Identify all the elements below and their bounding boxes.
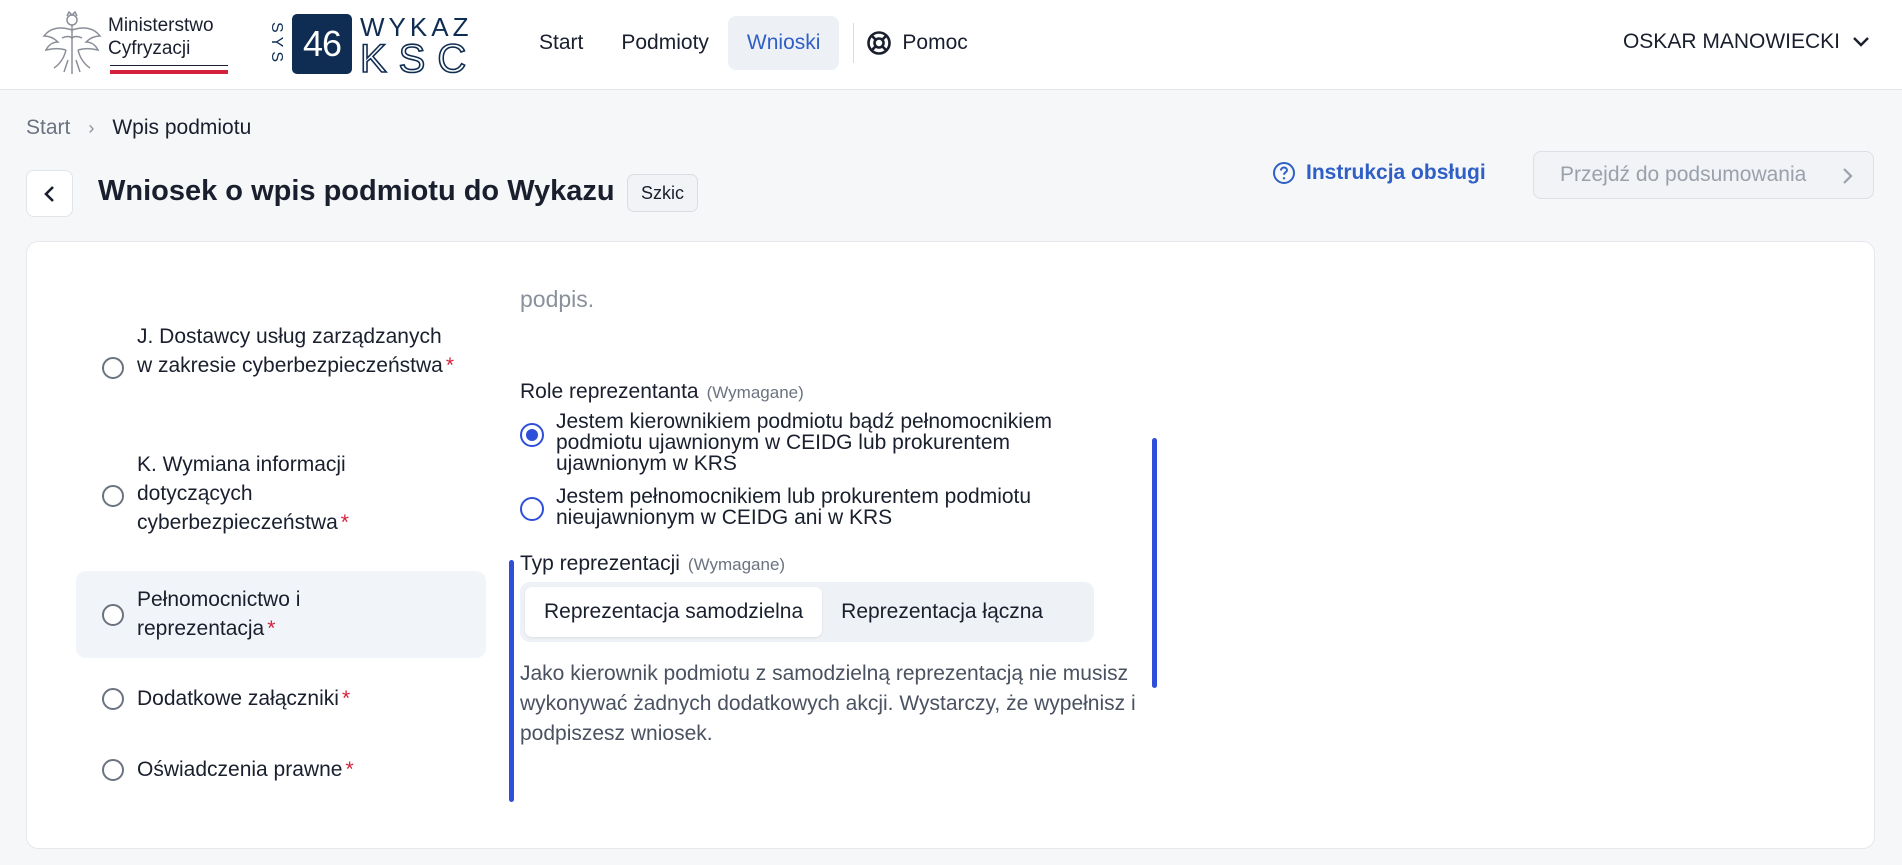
step-label-k: K. Wymiana informacji dotyczących cyberb… bbox=[137, 450, 397, 537]
instructions-label: Instrukcja obsługi bbox=[1306, 161, 1486, 184]
breadcrumb: Start › Wpis podmiotu bbox=[26, 116, 251, 140]
chevron-down-icon bbox=[1853, 37, 1869, 47]
nav-divider bbox=[853, 23, 855, 63]
step-label-text: Dodatkowe załączniki bbox=[137, 687, 339, 710]
back-button[interactable] bbox=[26, 170, 73, 217]
step-label-oswiadczenia: Oświadczenia prawne * bbox=[137, 755, 457, 784]
summary-button-label: Przejdź do podsumowania bbox=[1560, 163, 1807, 186]
role-option-label: Jestem kierownikiem podmiotu bądź pełnom… bbox=[556, 410, 1053, 475]
step-item-oswiadczenia[interactable]: Oświadczenia prawne * bbox=[76, 747, 486, 791]
ministry-name: Ministerstwo Cyfryzacji bbox=[108, 15, 214, 59]
step-label-text: K. Wymiana informacji dotyczących cyberb… bbox=[137, 453, 346, 534]
nav-item-start[interactable]: Start bbox=[520, 16, 602, 70]
steps-scrollbar[interactable] bbox=[509, 560, 514, 802]
logo-side-label: SYS bbox=[268, 22, 285, 66]
nav-item-help[interactable]: Pomoc bbox=[862, 16, 986, 70]
steps-sidebar: J. Dostawcy usług zarządzanych w zakresi… bbox=[76, 242, 514, 848]
form-card: J. Dostawcy usług zarządzanych w zakresi… bbox=[26, 241, 1875, 849]
role-option-kierownik[interactable]: Jestem kierownikiem podmiotu bądź pełnom… bbox=[520, 411, 1180, 475]
role-option-label: Jestem pełnomocnikiem lub prokurentem po… bbox=[556, 485, 1032, 529]
step-item-k[interactable]: K. Wymiana informacji dotyczących cyberb… bbox=[76, 450, 486, 540]
representation-label: Typ reprezentacji bbox=[520, 552, 680, 575]
eagle-emblem-icon bbox=[42, 10, 102, 74]
required-marker: * bbox=[340, 511, 349, 534]
required-marker: * bbox=[345, 758, 354, 781]
step-label-j: J. Dostawcy usług zarządzanych w zakresi… bbox=[137, 322, 457, 380]
step-status-icon bbox=[102, 604, 124, 626]
step-label-text: Oświadczenia prawne bbox=[137, 758, 343, 781]
breadcrumb-current: Wpis podmiotu bbox=[112, 116, 252, 139]
representation-field-label: Typ reprezentacji (Wymagane) bbox=[520, 552, 785, 576]
question-circle-icon bbox=[1273, 162, 1295, 184]
step-status-icon bbox=[102, 759, 124, 781]
step-status-icon bbox=[102, 688, 124, 710]
user-name: OSKAR MANOWIECKI bbox=[1622, 30, 1840, 53]
step-item-pelnomocnictwo[interactable]: Pełnomocnictwo i reprezentacja * bbox=[76, 571, 486, 658]
roles-required-tag: (Wymagane) bbox=[706, 383, 804, 402]
step-item-j[interactable]: J. Dostawcy usług zarządzanych w zakresi… bbox=[76, 322, 486, 412]
step-status-icon bbox=[102, 357, 124, 379]
step-label-text: Pełnomocnictwo i reprezentacja bbox=[137, 588, 301, 640]
roles-label: Role reprezentanta bbox=[520, 380, 699, 403]
go-to-summary-button[interactable]: Przejdź do podsumowania bbox=[1533, 151, 1874, 199]
wykaz-ksc-logo[interactable]: SYS 46 WYKAZ KSC bbox=[266, 12, 506, 76]
chevron-left-icon bbox=[43, 185, 54, 202]
required-marker: * bbox=[267, 617, 276, 640]
page-title: Wniosek o wpis podmiotu do Wykazu bbox=[98, 175, 615, 207]
segment-laczna[interactable]: Reprezentacja łączna bbox=[822, 587, 1062, 637]
roles-field-label: Role reprezentanta (Wymagane) bbox=[520, 380, 804, 404]
representation-required-tag: (Wymagane) bbox=[687, 555, 786, 574]
nav-item-podmioty[interactable]: Podmioty bbox=[602, 16, 728, 70]
breadcrumb-separator: › bbox=[88, 117, 95, 138]
form-content: podpis. Role reprezentanta (Wymagane) Jes… bbox=[520, 242, 1180, 848]
lifebuoy-icon bbox=[867, 31, 892, 55]
logo-number: 46 bbox=[292, 14, 352, 74]
step-label-text: J. Dostawcy usług zarządzanych w zakresi… bbox=[137, 325, 443, 377]
chevron-right-icon bbox=[1843, 168, 1853, 184]
logo-red-stripe bbox=[110, 70, 228, 74]
radio-button[interactable] bbox=[520, 497, 544, 521]
content-scrollbar[interactable] bbox=[1152, 438, 1157, 688]
logo-divider bbox=[110, 65, 228, 66]
nav-item-wnioski[interactable]: Wnioski bbox=[727, 16, 840, 70]
logo-word-bottom: KSC bbox=[360, 37, 478, 76]
representation-info-text: Jako kierownik podmiotu z samodzielną re… bbox=[520, 662, 1136, 745]
top-navigation-bar: Ministerstwo Cyfryzacji SYS 46 WYKAZ KSC… bbox=[0, 0, 1902, 90]
required-marker: * bbox=[341, 687, 351, 710]
breadcrumb-start[interactable]: Start bbox=[26, 116, 70, 140]
main-nav: Start Podmioty Wnioski Pomoc bbox=[520, 16, 987, 70]
role-option-pelnomocnik[interactable]: Jestem pełnomocnikiem lub prokurentem po… bbox=[520, 486, 1180, 530]
user-menu[interactable]: OSKAR MANOWIECKI bbox=[1623, 30, 1870, 54]
step-label-zalaczniki: Dodatkowe załączniki * bbox=[137, 684, 457, 713]
step-status-icon bbox=[102, 485, 124, 507]
previous-section-text: podpis. bbox=[520, 286, 595, 312]
status-badge: Szkic bbox=[627, 174, 699, 212]
logo-side-text: SYS bbox=[268, 22, 285, 66]
representation-type-toggle: Reprezentacja samodzielna Reprezentacja … bbox=[520, 582, 1094, 642]
radio-button[interactable] bbox=[520, 423, 544, 447]
segment-samodzielna[interactable]: Reprezentacja samodzielna bbox=[525, 587, 823, 637]
instructions-link[interactable]: Instrukcja obsługi bbox=[1272, 161, 1486, 185]
ministry-logo[interactable]: Ministerstwo Cyfryzacji bbox=[40, 10, 230, 78]
step-item-zalaczniki[interactable]: Dodatkowe załączniki * bbox=[76, 676, 486, 720]
nav-help-label: Pomoc bbox=[902, 31, 968, 54]
logo-wordmark: WYKAZ KSC bbox=[360, 12, 478, 76]
step-label-pelnomocnictwo: Pełnomocnictwo i reprezentacja * bbox=[137, 585, 337, 643]
required-marker: * bbox=[445, 354, 454, 377]
